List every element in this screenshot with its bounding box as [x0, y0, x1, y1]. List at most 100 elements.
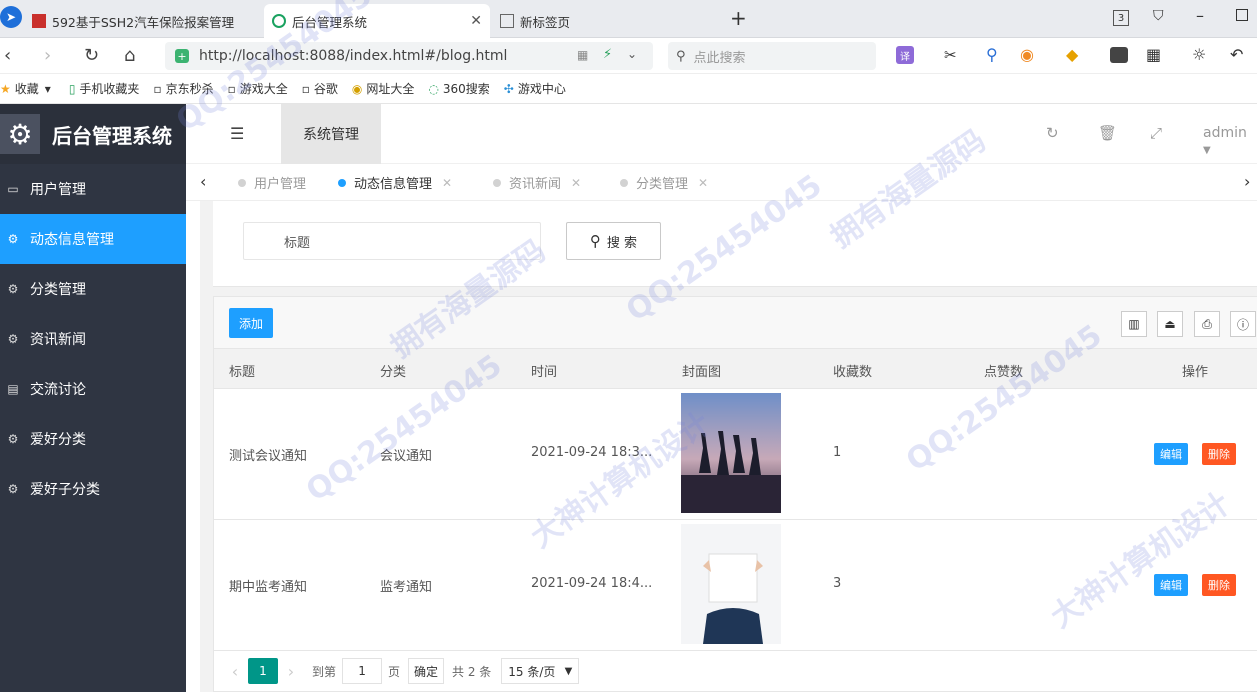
sidebar-item-dynamic-info[interactable]: ⚙ 动态信息管理 [0, 214, 186, 264]
tab-news[interactable]: 资讯新闻 ✕ [493, 164, 581, 201]
row-title: 测试会议通知 [229, 449, 308, 464]
search-icon: ⚲ [589, 232, 601, 250]
bookmark-item[interactable]: ★ 收藏 ▾ [0, 80, 55, 97]
search-button[interactable]: ⚲ 搜 索 [566, 222, 661, 260]
browser-nav-icon[interactable]: ➤ [0, 6, 22, 28]
bookmark-item[interactable]: ▫ 谷歌 [302, 80, 338, 97]
flash-icon[interactable]: ⚡ [603, 47, 612, 62]
wallet-icon[interactable] [1110, 47, 1128, 63]
bookmark-item[interactable]: ◌ 360搜索 [428, 80, 489, 97]
game-icon[interactable]: ◉ [1020, 45, 1034, 64]
edit-button[interactable]: 编辑 [1154, 443, 1188, 465]
export-icon[interactable]: ⏏ [1157, 311, 1183, 337]
coin-icon[interactable]: ◆ [1066, 45, 1078, 64]
info-icon[interactable]: ⓘ [1230, 311, 1256, 337]
current-page[interactable]: 1 [248, 658, 278, 684]
reload-icon[interactable]: ↻ [84, 46, 99, 66]
add-button[interactable]: 添加 [229, 308, 273, 338]
main-content: 标题 ⚲ 搜 索 添加 ▥ ⏏ ⎙ ⓘ 标题 分类 时间 封面图 收藏数 点赞数 … [200, 201, 1257, 692]
minimize-icon[interactable]: – [1196, 6, 1204, 25]
sidebar-item-hobby-subcategories[interactable]: ⚙ 爱好子分类 [0, 464, 186, 514]
new-tab-button[interactable]: + [730, 6, 747, 30]
sidebar-item-label: 资讯新闻 [30, 332, 86, 348]
table-row: 测试会议通知 会议通知 2021-09-24 18:3... 1 编辑 删除 [214, 389, 1257, 520]
table-header: 标题 分类 时间 封面图 收藏数 点赞数 操作 [214, 349, 1257, 389]
tab-users[interactable]: 用户管理 [238, 164, 306, 201]
close-tab-icon[interactable]: ✕ [470, 13, 482, 29]
browser-tab-bar: ➤ 592基于SSH2汽车保险报案管理 后台管理系统 ✕ 新标签页 + 3 ⛉ … [0, 0, 1257, 38]
goto-confirm-button[interactable]: 确定 [408, 658, 445, 684]
system-management-tab[interactable]: 系统管理 [281, 104, 381, 164]
bookmark-item[interactable]: ◉ 网址大全 [352, 80, 415, 97]
magnifier-icon[interactable]: ⚲ [986, 45, 998, 64]
close-icon[interactable]: ✕ [571, 176, 581, 190]
star-icon: ★ [0, 81, 11, 96]
row-category: 监考通知 [380, 580, 433, 595]
columns-filter-icon[interactable]: ▥ [1121, 311, 1147, 337]
qr-icon[interactable]: ▦ [577, 48, 588, 62]
title-search-input[interactable]: 标题 [243, 222, 541, 260]
goto-page-input[interactable]: 1 [342, 658, 383, 684]
tabs-right-arrow-icon[interactable]: › [1244, 172, 1250, 191]
browser-tab-1[interactable]: 592基于SSH2汽车保险报案管理 [32, 4, 260, 38]
shirt-icon[interactable]: ⛉ [1153, 8, 1164, 24]
caret-down-icon: ▼ [1203, 145, 1211, 156]
translate-icon[interactable]: 译 [896, 46, 914, 64]
cover-image [681, 393, 781, 513]
sidebar-item-news[interactable]: ⚙ 资讯新闻 [0, 314, 186, 364]
address-bar[interactable]: + http://localhost:8088/index.html#/blog… [165, 42, 653, 70]
menu-toggle-icon[interactable]: ☰ [230, 124, 244, 143]
page-label: 页 [388, 664, 401, 679]
home-icon[interactable]: ⌂ [124, 46, 135, 66]
column-header: 分类 [380, 365, 407, 380]
gear-icon: ⚙ [0, 114, 40, 154]
site-favicon-icon [272, 14, 286, 28]
undo-icon[interactable]: ↶ [1230, 45, 1243, 64]
bookmark-item[interactable]: ▯ 手机收藏夹 [69, 80, 140, 97]
user-menu[interactable]: admin ▼ [1203, 125, 1257, 157]
sidebar-item-categories[interactable]: ⚙ 分类管理 [0, 264, 186, 314]
scissors-icon[interactable]: ✂ [944, 46, 957, 64]
browser-search-input[interactable]: ⚲ 点此搜索 [668, 42, 876, 70]
tab-categories[interactable]: 分类管理 ✕ [620, 164, 708, 201]
sidebar-item-users[interactable]: ▭ 用户管理 [0, 164, 186, 214]
search-placeholder: 点此搜索 [693, 50, 746, 66]
page-size-select[interactable]: 15 条/页 ▼ [501, 658, 580, 684]
print-icon[interactable]: ⎙ [1194, 311, 1220, 337]
apps-icon[interactable]: ▦ [1146, 45, 1161, 64]
delete-button[interactable]: 删除 [1202, 574, 1236, 596]
edit-button[interactable]: 编辑 [1154, 574, 1188, 596]
fullscreen-icon[interactable]: ⤢ [1150, 124, 1162, 142]
close-icon[interactable]: ✕ [698, 176, 708, 190]
gears-icon: ⚙ [7, 482, 19, 496]
refresh-icon[interactable]: ↻ [1046, 124, 1059, 142]
sidebar-item-hobby-categories[interactable]: ⚙ 爱好分类 [0, 414, 186, 464]
bookmark-item[interactable]: ▫ 游戏大全 [228, 80, 288, 97]
sidebar-item-discussion[interactable]: ▤ 交流讨论 [0, 364, 186, 414]
prev-page-icon[interactable]: ‹ [222, 662, 248, 681]
browser-tab-title: 新标签页 [520, 14, 571, 30]
column-header: 标题 [229, 365, 256, 380]
table-row: 期中监考通知 监考通知 2021-09-24 18:4... 3 编辑 删除 [214, 520, 1257, 651]
browser-tab-2[interactable]: 后台管理系统 ✕ [264, 4, 490, 38]
browser-tab-3[interactable]: 新标签页 [500, 4, 700, 38]
chevron-down-icon[interactable]: ⌄ [627, 47, 637, 61]
column-header: 收藏数 [833, 365, 873, 380]
gears-icon: ⚙ [7, 432, 19, 446]
bookmark-item[interactable]: ✣ 游戏中心 [504, 80, 566, 97]
forward-icon[interactable]: › [44, 46, 51, 66]
next-page-icon[interactable]: › [278, 662, 304, 681]
tab-dynamic-info[interactable]: 动态信息管理 ✕ [338, 164, 452, 201]
page-tabs: ‹ 用户管理 动态信息管理 ✕ 资讯新闻 ✕ 分类管理 ✕ › [186, 164, 1257, 201]
trash-icon[interactable]: 🗑 [1098, 124, 1117, 142]
back-icon[interactable]: ‹ [4, 46, 11, 66]
tab-count-icon[interactable]: 3 [1113, 10, 1129, 26]
column-header: 点赞数 [984, 365, 1024, 380]
delete-button[interactable]: 删除 [1202, 443, 1236, 465]
bookmark-item[interactable]: ▫ 京东秒杀 [153, 80, 213, 97]
app-header: ☰ 系统管理 ↻ 🗑 ⤢ admin ▼ [186, 104, 1257, 164]
maximize-icon[interactable] [1236, 9, 1248, 21]
close-icon[interactable]: ✕ [442, 176, 452, 190]
brightness-icon[interactable]: ☼ [1192, 45, 1206, 64]
tabs-left-arrow-icon[interactable]: ‹ [200, 172, 206, 191]
